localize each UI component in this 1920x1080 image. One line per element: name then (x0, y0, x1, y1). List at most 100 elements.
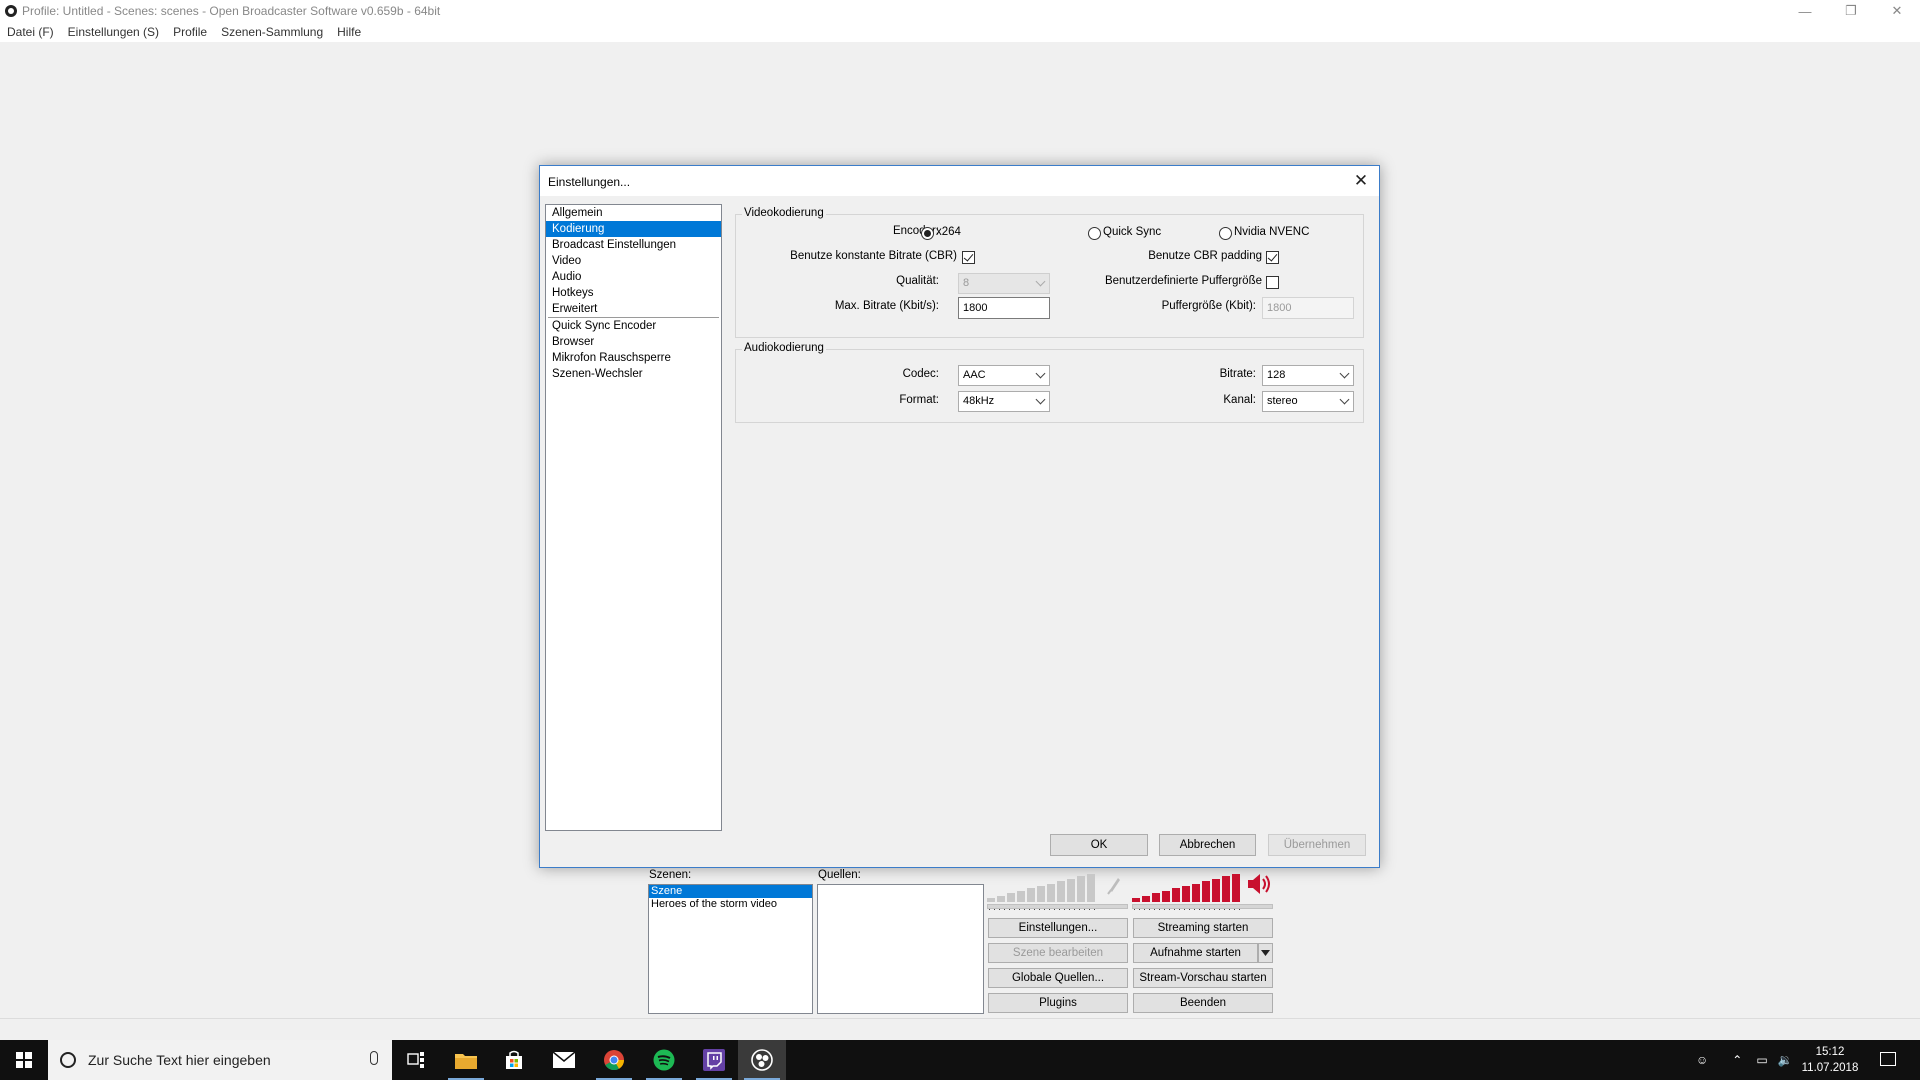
sources-list (817, 884, 984, 1014)
nav-item-quick-sync-encoder[interactable]: Quick Sync Encoder (546, 318, 721, 334)
menu-datei[interactable]: Datei (F) (7, 25, 54, 39)
codec-select-value: AAC (963, 369, 986, 381)
action-center-icon[interactable] (1880, 1052, 1896, 1066)
nav-item-kodierung[interactable]: Kodierung (546, 221, 721, 237)
meter-bar (1087, 874, 1095, 902)
meter-bar (1152, 893, 1160, 902)
nav-item-allgemein[interactable]: Allgemein (546, 205, 721, 221)
taskbar-clock[interactable]: 15:12 11.07.2018 (1800, 1044, 1860, 1076)
audio-encoding-legend: Audiokodierung (742, 342, 826, 354)
obs-logo-icon (5, 5, 17, 17)
nav-item-audio[interactable]: Audio (546, 269, 721, 285)
meter-bar (1132, 898, 1140, 902)
chevron-down-icon (1035, 394, 1046, 405)
dialog-close-button[interactable]: ✕ (1351, 171, 1371, 191)
volume-icon[interactable]: 🔉 (1778, 1053, 1793, 1067)
nav-item-hotkeys[interactable]: Hotkeys (546, 285, 721, 301)
custom-buffer-label: Benutzerdefinierte Puffergröße (1104, 275, 1262, 287)
encoder-radio-x264-label[interactable]: x264 (936, 226, 961, 238)
codec-select[interactable]: AAC (958, 365, 1050, 386)
stream-preview-button[interactable]: Stream-Vorschau starten (1133, 968, 1273, 988)
scenes-list: Szene Heroes of the storm video (648, 884, 813, 1014)
meter-bar (987, 898, 995, 902)
meter-bar (1142, 895, 1150, 902)
twitch-button[interactable] (690, 1040, 738, 1080)
custom-buffer-checkbox[interactable] (1266, 276, 1279, 289)
nav-item-browser[interactable]: Browser (546, 334, 721, 350)
start-recording-button[interactable]: Aufnahme starten (1133, 943, 1258, 963)
speaker-icon[interactable] (1246, 872, 1272, 896)
audio-bitrate-select[interactable]: 128 (1262, 365, 1354, 386)
people-icon[interactable]: ☺ (1696, 1053, 1708, 1067)
encoder-radio-x264[interactable] (921, 227, 934, 240)
taskbar-search-box[interactable]: Zur Suche Text hier eingeben (48, 1040, 392, 1080)
nav-item-broadcast[interactable]: Broadcast Einstellungen (546, 237, 721, 253)
show-hidden-icons-icon[interactable]: ⌃ (1732, 1053, 1742, 1067)
start-streaming-button[interactable]: Streaming starten (1133, 918, 1273, 938)
menu-einstellungen[interactable]: Einstellungen (S) (68, 25, 159, 39)
nav-item-mikrofon-rauschsperre[interactable]: Mikrofon Rauschsperre (546, 350, 721, 366)
buffer-size-input[interactable]: 1800 (1262, 297, 1354, 319)
close-window-button[interactable]: ✕ (1874, 0, 1920, 22)
desktop-volume-slider[interactable] (1132, 904, 1273, 909)
store-button[interactable] (490, 1040, 538, 1080)
max-bitrate-input[interactable]: 1800 (958, 297, 1050, 319)
menu-profile[interactable]: Profile (173, 25, 207, 39)
settings-dialog: Einstellungen... ✕ Allgemein Kodierung B… (539, 165, 1380, 868)
audio-encoding-group: Audiokodierung Codec: AAC Bitrate: 128 F… (735, 342, 1364, 423)
scene-item[interactable]: Heroes of the storm video (649, 898, 812, 911)
format-select[interactable]: 48kHz (958, 391, 1050, 412)
menu-szenen-sammlung[interactable]: Szenen-Sammlung (221, 25, 323, 39)
ok-button[interactable]: OK (1050, 834, 1148, 856)
mic-icon[interactable] (1104, 874, 1122, 896)
microphone-icon[interactable] (370, 1051, 378, 1065)
cbr-padding-checkbox[interactable] (1266, 251, 1279, 264)
windows-taskbar: Zur Suche Text hier eingeben ☺ ⌃ ▭ 🔉 15:… (0, 1040, 1920, 1080)
scene-item[interactable]: Szene (649, 885, 812, 898)
encoder-radio-nvenc[interactable] (1219, 227, 1232, 240)
encoder-radio-nvenc-label[interactable]: Nvidia NVENC (1234, 226, 1309, 238)
twitch-icon (703, 1049, 725, 1071)
nav-item-erweitert[interactable]: Erweitert (546, 301, 721, 317)
exit-button[interactable]: Beenden (1133, 993, 1273, 1013)
encoder-radio-quicksync[interactable] (1088, 227, 1101, 240)
spotify-button[interactable] (640, 1040, 688, 1080)
global-sources-button[interactable]: Globale Quellen... (988, 968, 1128, 988)
file-explorer-button[interactable] (442, 1040, 490, 1080)
meter-bar (1212, 878, 1220, 902)
restore-button[interactable]: ❐ (1828, 0, 1874, 22)
nav-item-video[interactable]: Video (546, 253, 721, 269)
audio-bitrate-label: Bitrate: (1219, 368, 1256, 380)
meter-bar (1017, 890, 1025, 902)
cancel-button[interactable]: Abbrechen (1159, 834, 1256, 856)
meter-bar (1192, 883, 1200, 902)
cbr-label: Benutze konstante Bitrate (CBR) (790, 250, 957, 262)
desktop-level-bars (1132, 872, 1242, 902)
task-view-button[interactable] (392, 1040, 440, 1080)
audio-bitrate-select-value: 128 (1267, 369, 1286, 381)
recording-dropdown-button[interactable] (1258, 943, 1273, 963)
encoder-radio-quicksync-label[interactable]: Quick Sync (1103, 226, 1161, 238)
task-view-icon (407, 1052, 424, 1068)
mail-icon (553, 1052, 575, 1068)
mail-button[interactable] (540, 1040, 588, 1080)
settings-button[interactable]: Einstellungen... (988, 918, 1128, 938)
apply-button[interactable]: Übernehmen (1268, 834, 1366, 856)
edit-scene-button[interactable]: Szene bearbeiten (988, 943, 1128, 963)
network-icon[interactable]: ▭ (1756, 1053, 1767, 1067)
settings-category-list: Allgemein Kodierung Broadcast Einstellun… (545, 204, 722, 831)
channel-select[interactable]: stereo (1262, 391, 1354, 412)
plugins-button[interactable]: Plugins (988, 993, 1128, 1013)
chrome-icon (604, 1050, 625, 1071)
obs-taskbar-button[interactable] (738, 1040, 786, 1080)
start-button[interactable] (0, 1040, 48, 1080)
minimize-button[interactable]: — (1782, 0, 1828, 22)
mic-volume-slider[interactable] (987, 904, 1128, 909)
menu-hilfe[interactable]: Hilfe (337, 25, 361, 39)
format-select-value: 48kHz (963, 395, 995, 407)
cbr-checkbox[interactable] (962, 251, 975, 264)
meter-bar (1232, 874, 1240, 902)
quality-select[interactable]: 8 (958, 273, 1050, 294)
chrome-button[interactable] (590, 1040, 638, 1080)
nav-item-szenen-wechsler[interactable]: Szenen-Wechsler (546, 366, 721, 382)
